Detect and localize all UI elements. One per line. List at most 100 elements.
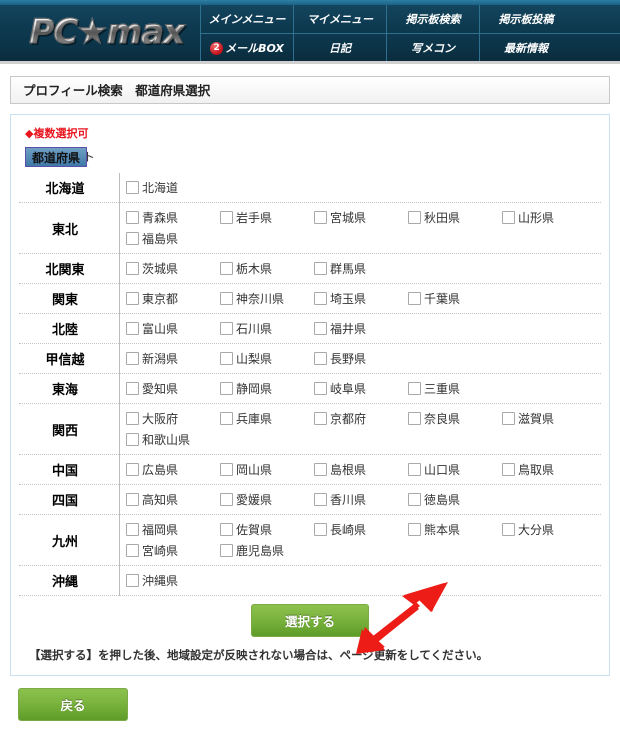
prefecture-checkbox-item[interactable]: 富山県 xyxy=(120,318,214,339)
checkbox-icon[interactable] xyxy=(126,232,139,245)
checkbox-icon[interactable] xyxy=(408,382,421,395)
checkbox-icon[interactable] xyxy=(220,262,233,275)
checkbox-icon[interactable] xyxy=(126,493,139,506)
checkbox-icon[interactable] xyxy=(126,382,139,395)
prefecture-checkbox-item[interactable]: 福井県 xyxy=(308,318,402,339)
prefecture-select[interactable]: 都道府県 xyxy=(25,147,88,167)
prefecture-checkbox-item[interactable]: 長野県 xyxy=(308,348,402,369)
prefecture-checkbox-item[interactable]: 宮崎県 xyxy=(120,540,214,561)
nav-item-mailbox[interactable]: 2 メールBOX xyxy=(200,34,293,61)
prefecture-checkbox-item[interactable]: 群馬県 xyxy=(308,258,402,279)
prefecture-checkbox-item[interactable]: 鳥取県 xyxy=(496,459,590,480)
checkbox-icon[interactable] xyxy=(502,523,515,536)
checkbox-icon[interactable] xyxy=(126,181,139,194)
checkbox-icon[interactable] xyxy=(220,322,233,335)
checkbox-icon[interactable] xyxy=(126,292,139,305)
prefecture-checkbox-item[interactable]: 徳島県 xyxy=(402,489,496,510)
prefecture-checkbox-item[interactable]: 兵庫県 xyxy=(214,408,308,429)
prefecture-checkbox-item[interactable]: 広島県 xyxy=(120,459,214,480)
checkbox-icon[interactable] xyxy=(126,523,139,536)
prefecture-checkbox-item[interactable]: 岡山県 xyxy=(214,459,308,480)
prefecture-checkbox-item[interactable]: 北海道 xyxy=(120,177,214,198)
prefecture-checkbox-item[interactable]: 奈良県 xyxy=(402,408,496,429)
checkbox-icon[interactable] xyxy=(408,463,421,476)
checkbox-icon[interactable] xyxy=(126,262,139,275)
checkbox-icon[interactable] xyxy=(314,211,327,224)
nav-item-board-search[interactable]: 掲示板検索 xyxy=(386,5,479,33)
prefecture-checkbox-item[interactable]: 大分県 xyxy=(496,519,590,540)
checkbox-icon[interactable] xyxy=(126,544,139,557)
prefecture-checkbox-item[interactable]: 岩手県 xyxy=(214,207,308,228)
prefecture-checkbox-item[interactable]: 福島県 xyxy=(120,228,214,249)
checkbox-icon[interactable] xyxy=(220,382,233,395)
checkbox-icon[interactable] xyxy=(220,412,233,425)
prefecture-checkbox-item[interactable]: 熊本県 xyxy=(402,519,496,540)
prefecture-checkbox-item[interactable]: 香川県 xyxy=(308,489,402,510)
nav-item-my-menu[interactable]: マイメニュー xyxy=(293,5,386,33)
checkbox-icon[interactable] xyxy=(220,292,233,305)
prefecture-checkbox-item[interactable]: 福岡県 xyxy=(120,519,214,540)
prefecture-checkbox-item[interactable]: 栃木県 xyxy=(214,258,308,279)
prefecture-checkbox-item[interactable]: 静岡県 xyxy=(214,378,308,399)
back-button[interactable]: 戻る xyxy=(18,688,128,721)
checkbox-icon[interactable] xyxy=(502,211,515,224)
checkbox-icon[interactable] xyxy=(126,352,139,365)
nav-item-latest-info[interactable]: 最新情報 xyxy=(479,34,572,61)
site-logo[interactable]: PC★max xyxy=(14,8,199,56)
prefecture-checkbox-item[interactable]: 茨城県 xyxy=(120,258,214,279)
prefecture-checkbox-item[interactable]: 長崎県 xyxy=(308,519,402,540)
checkbox-icon[interactable] xyxy=(502,412,515,425)
checkbox-icon[interactable] xyxy=(314,352,327,365)
prefecture-checkbox-item[interactable]: 千葉県 xyxy=(402,288,496,309)
prefecture-checkbox-item[interactable]: 三重県 xyxy=(402,378,496,399)
checkbox-icon[interactable] xyxy=(314,292,327,305)
checkbox-icon[interactable] xyxy=(408,493,421,506)
nav-item-board-post[interactable]: 掲示板投稿 xyxy=(479,5,572,33)
prefecture-checkbox-item[interactable]: 埼玉県 xyxy=(308,288,402,309)
prefecture-checkbox-item[interactable]: 新潟県 xyxy=(120,348,214,369)
prefecture-checkbox-item[interactable]: 神奈川県 xyxy=(214,288,308,309)
checkbox-icon[interactable] xyxy=(220,544,233,557)
prefecture-checkbox-item[interactable]: 岐阜県 xyxy=(308,378,402,399)
checkbox-icon[interactable] xyxy=(408,523,421,536)
checkbox-icon[interactable] xyxy=(126,433,139,446)
select-submit-button[interactable]: 選択する xyxy=(251,604,369,637)
checkbox-icon[interactable] xyxy=(408,412,421,425)
prefecture-checkbox-item[interactable]: 山梨県 xyxy=(214,348,308,369)
nav-item-photo-contest[interactable]: 写メコン xyxy=(386,34,479,61)
prefecture-checkbox-item[interactable]: 佐賀県 xyxy=(214,519,308,540)
checkbox-icon[interactable] xyxy=(220,463,233,476)
checkbox-icon[interactable] xyxy=(126,211,139,224)
checkbox-icon[interactable] xyxy=(314,262,327,275)
checkbox-icon[interactable] xyxy=(314,523,327,536)
prefecture-checkbox-item[interactable]: 京都府 xyxy=(308,408,402,429)
nav-item-main-menu[interactable]: メインメニュー xyxy=(200,5,293,33)
prefecture-checkbox-item[interactable]: 沖縄県 xyxy=(120,570,214,591)
checkbox-icon[interactable] xyxy=(220,211,233,224)
checkbox-icon[interactable] xyxy=(314,412,327,425)
prefecture-checkbox-item[interactable]: 大阪府 xyxy=(120,408,214,429)
prefecture-checkbox-item[interactable]: 山形県 xyxy=(496,207,590,228)
prefecture-checkbox-item[interactable]: 愛知県 xyxy=(120,378,214,399)
checkbox-icon[interactable] xyxy=(220,523,233,536)
checkbox-icon[interactable] xyxy=(314,322,327,335)
prefecture-checkbox-item[interactable]: 和歌山県 xyxy=(120,429,214,450)
checkbox-icon[interactable] xyxy=(314,382,327,395)
checkbox-icon[interactable] xyxy=(502,463,515,476)
checkbox-icon[interactable] xyxy=(126,574,139,587)
checkbox-icon[interactable] xyxy=(408,211,421,224)
prefecture-checkbox-item[interactable]: 山口県 xyxy=(402,459,496,480)
prefecture-checkbox-item[interactable]: 高知県 xyxy=(120,489,214,510)
checkbox-icon[interactable] xyxy=(314,493,327,506)
checkbox-icon[interactable] xyxy=(220,352,233,365)
prefecture-checkbox-item[interactable]: 秋田県 xyxy=(402,207,496,228)
prefecture-checkbox-item[interactable]: 東京都 xyxy=(120,288,214,309)
checkbox-icon[interactable] xyxy=(220,493,233,506)
checkbox-icon[interactable] xyxy=(126,412,139,425)
prefecture-checkbox-item[interactable]: 石川県 xyxy=(214,318,308,339)
prefecture-checkbox-item[interactable]: 青森県 xyxy=(120,207,214,228)
nav-item-diary[interactable]: 日記 xyxy=(293,34,386,61)
prefecture-checkbox-item[interactable]: 宮城県 xyxy=(308,207,402,228)
prefecture-checkbox-item[interactable]: 島根県 xyxy=(308,459,402,480)
checkbox-icon[interactable] xyxy=(126,322,139,335)
